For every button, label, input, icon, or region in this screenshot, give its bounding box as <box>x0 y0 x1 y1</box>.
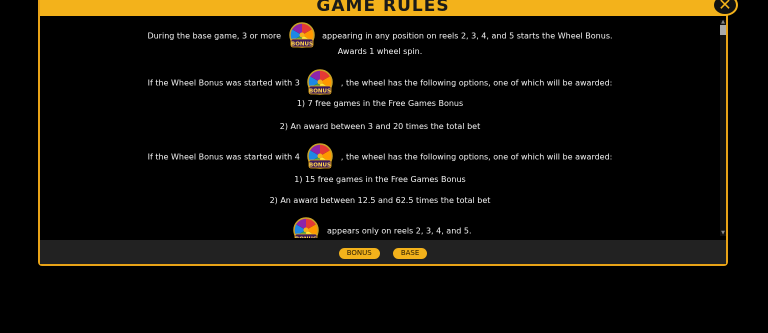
tab-base[interactable]: BASE <box>392 248 428 259</box>
rule-text: appearing in any position on reels 2, 3,… <box>322 31 613 41</box>
bonus-label: BONUS <box>296 236 318 238</box>
rule-text: During the base game, 3 or more <box>147 31 282 41</box>
rule-line-8: 2) An award between 12.5 and 62.5 times … <box>40 196 720 205</box>
bonus-wheel-graphic: BONUS <box>307 69 334 95</box>
rule-text: , the wheel has the following options, o… <box>340 78 613 88</box>
rule-text: 2) An award between 12.5 and 62.5 times … <box>269 196 491 205</box>
tab-bonus[interactable]: BONUS <box>338 248 380 259</box>
bonus-wheel-graphic: BONUS <box>288 22 315 48</box>
close-button[interactable]: ✕ <box>712 0 738 16</box>
rule-line-2: Awards 1 wheel spin. <box>40 47 720 56</box>
rule-text: 1) 15 free games in the Free Games Bonus <box>294 175 466 184</box>
rule-line-7: 1) 15 free games in the Free Games Bonus <box>40 175 720 184</box>
bonus-wheel-graphic: BONUS <box>293 217 320 238</box>
rule-text: 1) 7 free games in the Free Games Bonus <box>296 99 464 108</box>
rule-text: , the wheel has the following options, o… <box>340 152 613 162</box>
bonus-wheel-graphic: BONUS <box>307 143 334 169</box>
rule-text: 2) An award between 3 and 20 times the t… <box>279 122 481 131</box>
bonus-label: BONUS <box>309 88 331 94</box>
bonus-wheel-icon: BONUS <box>306 143 334 171</box>
modal-header: GAME RULES <box>40 0 726 16</box>
rule-text: Awards 1 wheel spin. <box>337 47 423 56</box>
scroll-down-icon[interactable]: ▼ <box>720 231 726 236</box>
rule-line-9: BONUS appears only on reels 2, 3, 4, and… <box>40 217 720 238</box>
bonus-label: BONUS <box>309 162 331 168</box>
modal-footer: BONUS BASE <box>40 240 726 264</box>
wheel-hub <box>303 227 309 233</box>
rule-line-1: During the base game, 3 or more BONUS ap… <box>40 22 720 50</box>
modal-title: GAME RULES <box>316 0 450 16</box>
rule-line-6: If the Wheel Bonus was started with 4 BO… <box>40 143 720 171</box>
wheel-hub <box>299 32 305 38</box>
scroll-thumb[interactable] <box>720 25 726 35</box>
rules-content: During the base game, 3 or more BONUS ap… <box>40 16 726 238</box>
rule-line-5: 2) An award between 3 and 20 times the t… <box>40 122 720 131</box>
bonus-wheel-icon: BONUS <box>306 69 334 97</box>
rule-line-4: 1) 7 free games in the Free Games Bonus <box>40 99 720 108</box>
rule-text: appears only on reels 2, 3, 4, and 5. <box>327 226 472 236</box>
game-rules-modal: GAME RULES ✕ During the base game, 3 or … <box>38 0 738 266</box>
bonus-wheel-icon: BONUS <box>292 217 320 238</box>
close-icon: ✕ <box>718 0 732 14</box>
scrollbar[interactable]: ▲ ▼ <box>720 20 726 236</box>
rule-text: If the Wheel Bonus was started with 4 <box>147 152 300 162</box>
bonus-wheel-icon: BONUS <box>288 22 316 50</box>
rule-line-3: If the Wheel Bonus was started with 3 BO… <box>40 69 720 97</box>
wheel-hub <box>317 79 323 85</box>
wheel-hub <box>317 153 323 159</box>
rule-text: If the Wheel Bonus was started with 3 <box>147 78 300 88</box>
